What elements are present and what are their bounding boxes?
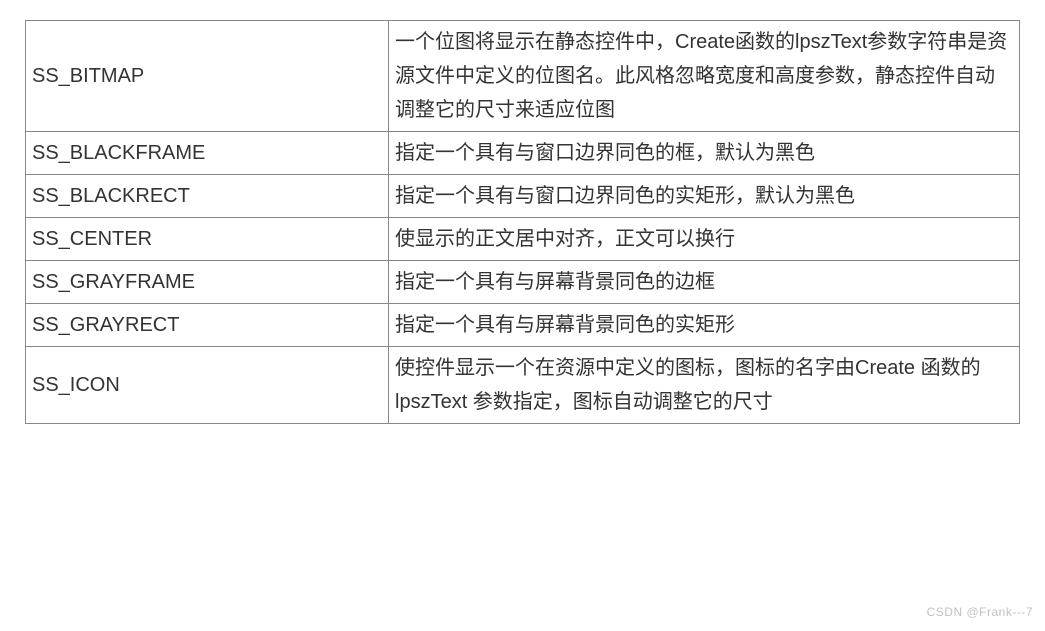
style-description-cell: 指定一个具有与屏幕背景同色的实矩形 [389,304,1020,347]
style-description-cell: 使显示的正文居中对齐，正文可以换行 [389,218,1020,261]
table-row: SS_GRAYRECT 指定一个具有与屏幕背景同色的实矩形 [26,304,1020,347]
table-row: SS_BITMAP 一个位图将显示在静态控件中，Create函数的lpszTex… [26,21,1020,132]
watermark-text: CSDN @Frank---7 [927,605,1033,619]
table-row: SS_GRAYFRAME 指定一个具有与屏幕背景同色的边框 [26,261,1020,304]
table-row: SS_BLACKRECT 指定一个具有与窗口边界同色的实矩形，默认为黑色 [26,175,1020,218]
style-name-cell: SS_GRAYFRAME [26,261,389,304]
style-description-cell: 一个位图将显示在静态控件中，Create函数的lpszText参数字符串是资源文… [389,21,1020,132]
table-row: SS_BLACKFRAME 指定一个具有与窗口边界同色的框，默认为黑色 [26,132,1020,175]
style-description-cell: 使控件显示一个在资源中定义的图标，图标的名字由Create 函数的lpszTex… [389,347,1020,424]
style-description-cell: 指定一个具有与屏幕背景同色的边框 [389,261,1020,304]
style-name-cell: SS_BLACKFRAME [26,132,389,175]
style-name-cell: SS_GRAYRECT [26,304,389,347]
style-name-cell: SS_BLACKRECT [26,175,389,218]
style-description-cell: 指定一个具有与窗口边界同色的框，默认为黑色 [389,132,1020,175]
style-name-cell: SS_BITMAP [26,21,389,132]
style-name-cell: SS_ICON [26,347,389,424]
table-row: SS_CENTER 使显示的正文居中对齐，正文可以换行 [26,218,1020,261]
styles-table: SS_BITMAP 一个位图将显示在静态控件中，Create函数的lpszTex… [25,20,1020,424]
style-description-cell: 指定一个具有与窗口边界同色的实矩形，默认为黑色 [389,175,1020,218]
style-name-cell: SS_CENTER [26,218,389,261]
table-row: SS_ICON 使控件显示一个在资源中定义的图标，图标的名字由Create 函数… [26,347,1020,424]
